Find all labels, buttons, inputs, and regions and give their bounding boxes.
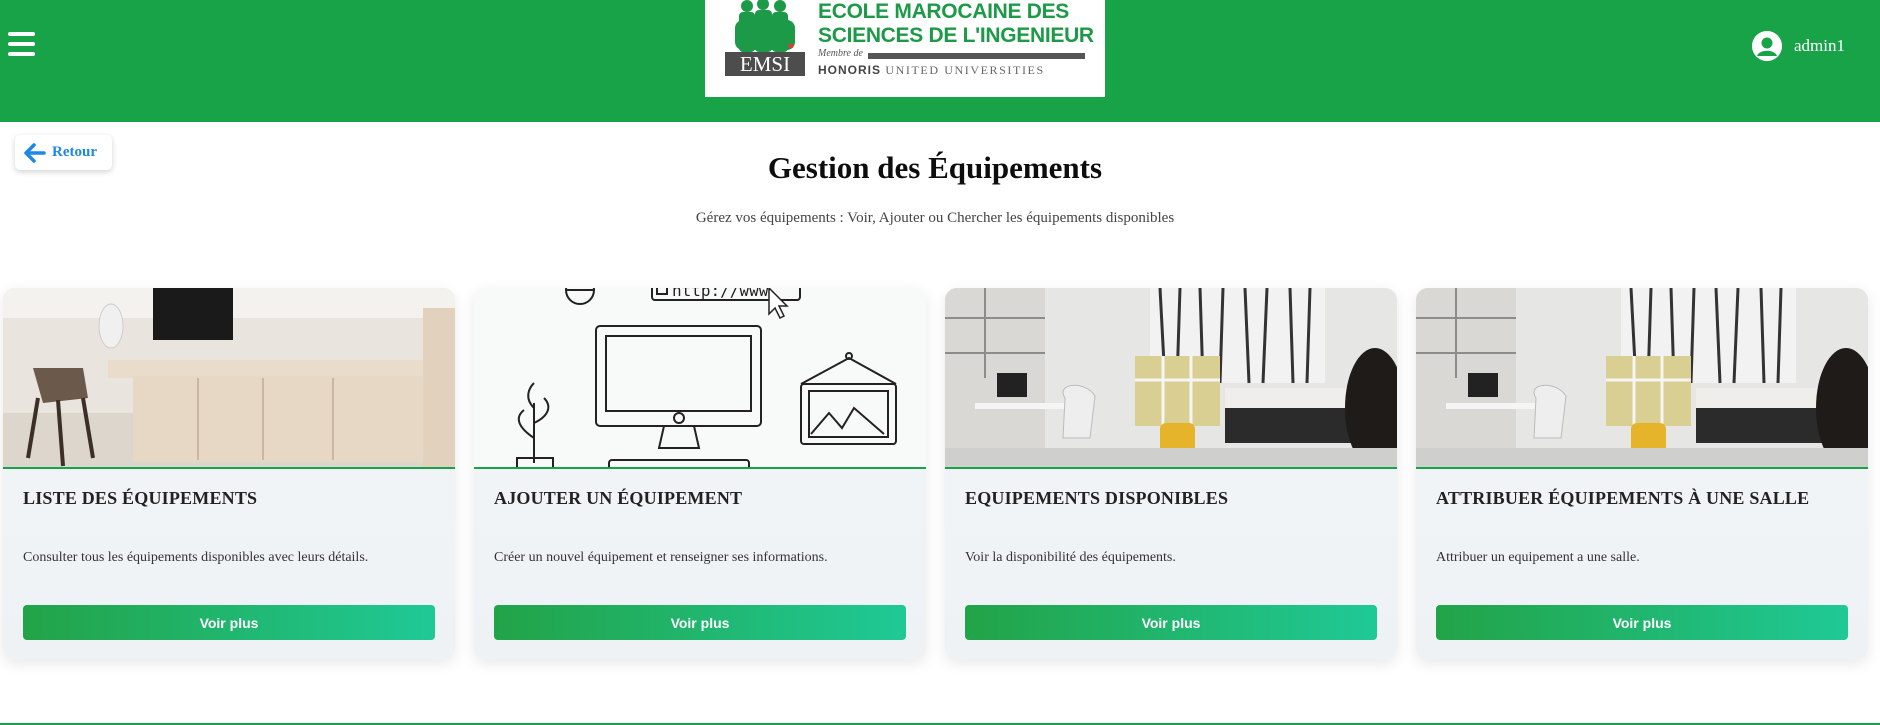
card-description: Créer un nouvel équipement et renseigner…	[494, 550, 828, 565]
logo-united-word: UNITED UNIVERSITIES	[885, 63, 1045, 77]
page-title: Gestion des Équipements	[767, 150, 1103, 185]
logo-honoris-word: HONORIS	[818, 63, 882, 77]
page-subtitle: Gérez vos équipements : Voir, Ajouter ou…	[695, 210, 1175, 226]
card-title: LISTE DES ÉQUIPEMENTS	[23, 488, 258, 508]
office-desk-image	[3, 288, 455, 469]
card-title: AJOUTER UN ÉQUIPEMENT	[494, 488, 743, 508]
card-title: ATTRIBUER ÉQUIPEMENTS À UNE SALLE	[1436, 488, 1810, 508]
logo-badge-text: EMSI	[740, 52, 790, 76]
card-available-equipment: EQUIPEMENTS DISPONIBLES Voir la disponib…	[945, 288, 1397, 660]
url-text: http://www.	[672, 288, 778, 300]
menu-icon[interactable]	[8, 32, 35, 56]
card-description: Consulter tous les équipements disponibl…	[23, 550, 369, 565]
logo-line-2: SCIENCES DE L'INGENIEUR	[818, 24, 1094, 47]
top-navbar: EMSI ECOLE MAROCAINE DES SCIENCES DE L'I…	[0, 0, 1880, 122]
card-description: Attribuer un equipement a une salle.	[1436, 550, 1640, 565]
logo-member-text: Membre de	[818, 48, 863, 59]
logo-figures-icon: EMSI	[725, 0, 805, 76]
user-menu[interactable]: admin1	[1752, 30, 1845, 62]
card-title: EQUIPEMENTS DISPONIBLES	[965, 488, 1229, 508]
school-logo: EMSI ECOLE MAROCAINE DES SCIENCES DE L'I…	[705, 0, 1105, 97]
card-add-equipment: http://www. AJOUTER UN ÉQUIPEMENT Créer …	[474, 288, 926, 660]
view-more-button[interactable]: Voir plus	[23, 605, 435, 640]
username-label: admin1	[1794, 36, 1845, 55]
logo-honoris: HONORIS UNITED UNIVERSITIES	[818, 63, 1045, 78]
logo-divider	[868, 53, 1085, 59]
card-description: Voir la disponibilité des équipements.	[965, 550, 1176, 565]
user-avatar-icon	[1752, 31, 1782, 61]
view-more-button[interactable]: Voir plus	[494, 605, 906, 640]
view-more-button[interactable]: Voir plus	[965, 605, 1377, 640]
card-equipment-list: LISTE DES ÉQUIPEMENTS Consulter tous les…	[3, 288, 455, 660]
bedroom-image	[945, 288, 1397, 469]
view-more-button[interactable]: Voir plus	[1436, 605, 1848, 640]
bedroom-image	[1416, 288, 1868, 469]
card-assign-equipment: ATTRIBUER ÉQUIPEMENTS À UNE SALLE Attrib…	[1416, 288, 1868, 660]
computer-illustration-image: http://www.	[474, 288, 926, 469]
logo-line-1: ECOLE MAROCAINE DES	[818, 0, 1069, 23]
